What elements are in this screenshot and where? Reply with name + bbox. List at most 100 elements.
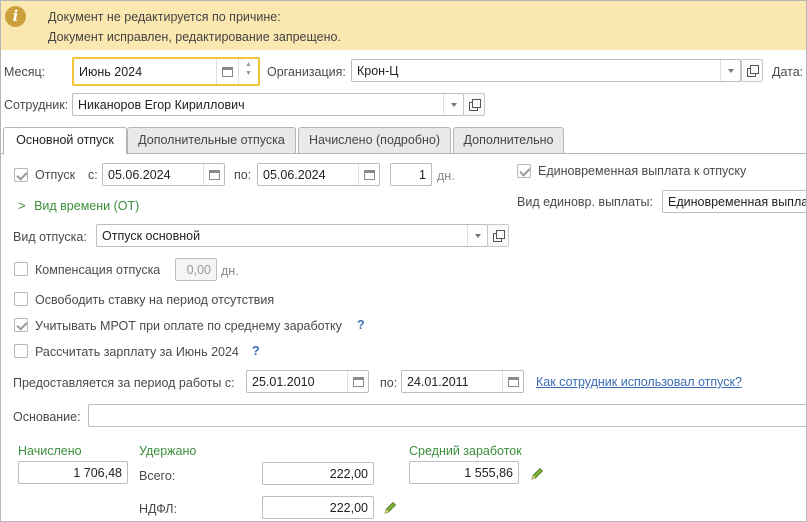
- employee-input[interactable]: Никаноров Егор Кириллович: [72, 93, 464, 116]
- chevron-down-icon: [451, 102, 457, 107]
- lump-sum-label: Единовременная выплата к отпуску: [538, 164, 747, 178]
- basis-label: Основание:: [13, 410, 81, 424]
- accrued-input[interactable]: 1 706,48: [18, 461, 128, 484]
- release-rate-checkbox[interactable]: [14, 292, 28, 306]
- accrued-label: Начислено: [18, 444, 82, 458]
- open-icon: [468, 99, 481, 111]
- calendar-button[interactable]: [348, 371, 368, 392]
- lump-sum-kind-value: Единовременная выпла: [668, 195, 807, 209]
- period-to-label: по:: [380, 376, 398, 390]
- period-label: Предоставляется за период работы с:: [13, 376, 235, 390]
- vacation-checkbox[interactable]: [14, 168, 28, 182]
- compensation-label: Компенсация отпуска: [35, 263, 161, 277]
- ndfl-value: 222,00: [329, 501, 368, 515]
- tab-accrued-detailed[interactable]: Начислено (подробно): [298, 127, 451, 154]
- basis-input[interactable]: [88, 404, 807, 427]
- time-type-link[interactable]: > Вид времени (ОТ): [18, 198, 139, 213]
- calendar-icon: [221, 66, 233, 77]
- month-value: Июнь 2024: [79, 65, 143, 79]
- tab-main-vacation[interactable]: Основной отпуск: [3, 127, 127, 155]
- employee-dropdown-button[interactable]: [444, 94, 464, 115]
- spin-up-icon: ▲: [245, 61, 252, 68]
- vacation-type-dropdown-button[interactable]: [468, 225, 488, 246]
- vacation-days-value: 1: [419, 168, 426, 182]
- salary-help-icon[interactable]: ?: [252, 344, 260, 358]
- withheld-label: Удержано: [139, 444, 197, 458]
- calendar-button[interactable]: [204, 164, 224, 185]
- banner-line-1: Документ не редактируется по причине:: [48, 10, 281, 24]
- total-input[interactable]: 222,00: [262, 462, 374, 485]
- lump-sum-kind-input[interactable]: Единовременная выпла: [662, 190, 807, 213]
- mrot-checkbox[interactable]: [14, 318, 28, 332]
- period-from-input[interactable]: 25.01.2010: [246, 370, 369, 393]
- ndfl-input[interactable]: 222,00: [262, 496, 374, 519]
- employee-open-button[interactable]: [463, 93, 485, 116]
- vacation-from-input[interactable]: 05.06.2024: [102, 163, 225, 186]
- employee-label: Сотрудник:: [4, 98, 69, 112]
- vacation-usage-link[interactable]: Как сотрудник использовал отпуск?: [536, 375, 742, 389]
- info-icon: i: [5, 6, 26, 27]
- chevron-down-icon: [475, 233, 481, 238]
- period-from-value: 25.01.2010: [252, 375, 315, 389]
- calendar-icon: [507, 376, 519, 387]
- date-label: Дата:: [772, 65, 804, 79]
- total-value: 222,00: [329, 467, 368, 481]
- employee-value: Никаноров Егор Кириллович: [78, 98, 245, 112]
- avg-earnings-input[interactable]: 1 555,86: [409, 461, 519, 484]
- ndfl-label: НДФЛ:: [139, 502, 177, 516]
- release-rate-label: Освободить ставку на период отсутствия: [35, 293, 275, 307]
- month-label: Месяц:: [4, 65, 46, 79]
- org-value: Крон-Ц: [357, 64, 399, 78]
- month-spinner[interactable]: ▲ ▼: [238, 59, 258, 84]
- banner-line-2: Документ исправлен, редактирование запре…: [48, 30, 341, 44]
- vacation-to-value: 05.06.2024: [263, 168, 326, 182]
- avg-earnings-edit-pencil-icon[interactable]: [529, 466, 545, 482]
- avg-earnings-value: 1 555,86: [464, 466, 513, 480]
- month-input[interactable]: Июнь 2024 ▲ ▼: [72, 57, 260, 86]
- vacation-to-input[interactable]: 05.06.2024: [257, 163, 380, 186]
- vacation-type-label: Вид отпуска:: [13, 230, 87, 244]
- ndfl-edit-pencil-icon[interactable]: [382, 500, 398, 516]
- calendar-button[interactable]: [503, 371, 523, 392]
- vacation-label: Отпуск: [35, 168, 76, 182]
- vacation-days-input[interactable]: 1: [390, 163, 432, 186]
- salary-checkbox[interactable]: [14, 344, 28, 358]
- tab-additional-vacations[interactable]: Дополнительные отпуска: [127, 127, 296, 154]
- calendar-icon: [352, 376, 364, 387]
- compensation-checkbox[interactable]: [14, 262, 28, 276]
- period-to-value: 24.01.2011: [407, 375, 469, 389]
- mrot-help-icon[interactable]: ?: [357, 318, 365, 332]
- chevron-down-icon: [728, 68, 734, 73]
- time-type-link-text: Вид времени (ОТ): [34, 199, 140, 213]
- calendar-icon: [208, 169, 220, 180]
- avg-earnings-label: Средний заработок: [409, 444, 522, 458]
- vacation-days-unit: дн.: [437, 169, 455, 183]
- lump-sum-checkbox[interactable]: [517, 164, 531, 178]
- chevron-right-icon: >: [18, 198, 26, 213]
- org-dropdown-button[interactable]: [721, 60, 741, 81]
- open-icon: [746, 65, 759, 77]
- vacation-type-input[interactable]: Отпуск основной: [96, 224, 488, 247]
- org-input[interactable]: Крон-Ц: [351, 59, 741, 82]
- calendar-icon: [363, 169, 375, 180]
- vacation-from-label: с:: [88, 168, 98, 182]
- org-label: Организация:: [267, 65, 346, 79]
- open-icon: [492, 230, 505, 242]
- calendar-button[interactable]: [217, 59, 237, 84]
- compensation-value: 0,00: [186, 263, 211, 277]
- lump-sum-kind-label: Вид единовр. выплаты:: [517, 195, 653, 209]
- vacation-type-open-button[interactable]: [487, 224, 509, 247]
- calendar-button[interactable]: [359, 164, 379, 185]
- spin-down-icon: ▼: [245, 70, 252, 77]
- org-open-button[interactable]: [741, 59, 763, 82]
- vacation-type-value: Отпуск основной: [102, 229, 201, 243]
- salary-label: Рассчитать зарплату за Июнь 2024: [35, 345, 239, 359]
- vacation-to-label: по:: [234, 168, 252, 182]
- total-label: Всего:: [139, 469, 176, 483]
- compensation-unit: дн.: [221, 264, 239, 278]
- compensation-input[interactable]: 0,00: [175, 258, 217, 281]
- period-to-input[interactable]: 24.01.2011: [401, 370, 524, 393]
- mrot-label: Учитывать МРОТ при оплате по среднему за…: [35, 319, 342, 333]
- tab-additional[interactable]: Дополнительно: [453, 127, 564, 154]
- accrued-value: 1 706,48: [73, 466, 122, 480]
